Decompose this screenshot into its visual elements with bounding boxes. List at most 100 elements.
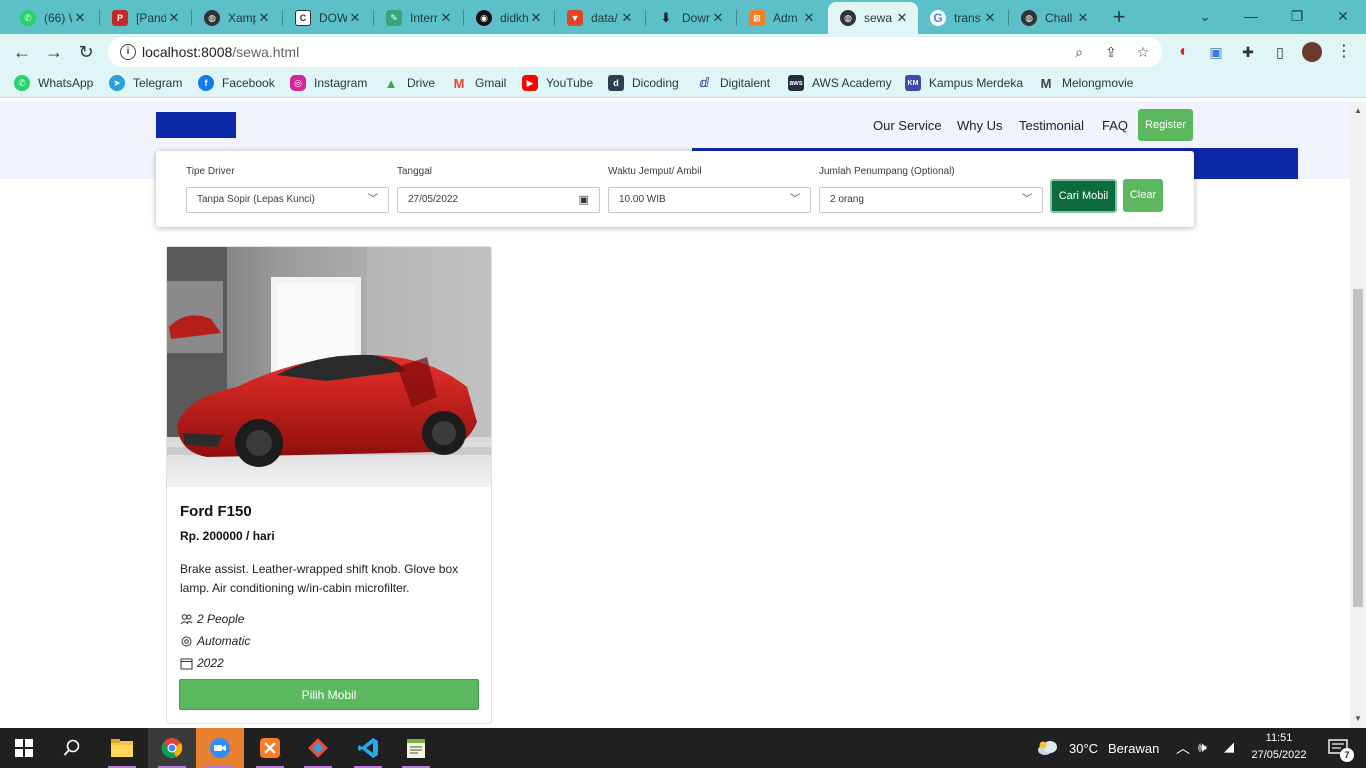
bookmark-melongmovie[interactable]: M Melongmovie: [1038, 75, 1134, 91]
bookmark-gmail[interactable]: M Gmail: [451, 75, 507, 91]
search-button[interactable]: [48, 728, 96, 768]
speaker-icon[interactable]: 🕪: [1198, 739, 1207, 756]
facebook-icon: f: [198, 75, 214, 91]
bookmark-whatsapp[interactable]: ✆ WhatsApp: [14, 75, 93, 91]
taskbar-chrome[interactable]: [148, 728, 196, 768]
restore-button[interactable]: ❐: [1274, 4, 1320, 28]
search-car-button[interactable]: Cari Mobil: [1050, 179, 1117, 213]
close-icon[interactable]: ✕: [982, 10, 998, 26]
windows-taskbar: 30°C Berawan ︿ 🕪 ◢ 11:51 27/05/2022 7: [0, 728, 1366, 768]
search-icon: [63, 739, 80, 756]
weather-condition[interactable]: Berawan: [1108, 741, 1159, 756]
taskbar-zoom[interactable]: [196, 728, 244, 768]
taskbar-xampp[interactable]: [246, 728, 294, 768]
minimize-button[interactable]: —: [1228, 4, 1274, 28]
new-tab-button[interactable]: +: [1108, 6, 1130, 28]
tab-translate[interactable]: G trans ✕: [918, 2, 1006, 34]
tab-gitlab[interactable]: ▼ data/ ✕: [555, 2, 643, 34]
weather-temperature[interactable]: 30°C: [1069, 741, 1098, 756]
close-icon[interactable]: ✕: [894, 10, 910, 26]
nav-why-us[interactable]: Why Us: [957, 118, 1003, 133]
tab-downloads[interactable]: ⬇ Dowr ✕: [646, 2, 734, 34]
close-icon[interactable]: ✕: [438, 10, 454, 26]
car-card: Ford F150 Rp. 200000 / hari Brake assist…: [166, 246, 492, 724]
star-icon[interactable]: ☆: [1134, 43, 1152, 61]
bookmark-facebook[interactable]: f Facebook: [198, 75, 275, 91]
tab-github[interactable]: ◉ didkh ✕: [464, 2, 552, 34]
close-icon[interactable]: ✕: [710, 10, 726, 26]
tab-sewa-active[interactable]: ◍ sewa ✕: [828, 2, 918, 34]
calendar-icon: [180, 658, 193, 669]
info-icon[interactable]: i: [120, 44, 136, 60]
close-icon[interactable]: ✕: [619, 10, 635, 26]
reload-icon[interactable]: ↻: [74, 40, 98, 64]
tab-title: Intern: [410, 11, 438, 25]
passenger-select[interactable]: 2 orang ﹀: [819, 187, 1043, 213]
nav-testimonial[interactable]: Testimonial: [1019, 118, 1084, 133]
close-window-button[interactable]: ✕: [1320, 4, 1366, 28]
tab-pandas[interactable]: P [Pand ✕: [100, 2, 190, 34]
taskbar-vscode[interactable]: [344, 728, 392, 768]
menu-icon[interactable]: ⋮: [1334, 42, 1354, 62]
extensions-puzzle-icon[interactable]: ✚: [1238, 42, 1258, 62]
calendar-icon[interactable]: ▣: [579, 188, 589, 212]
bookmark-drive[interactable]: ▲ Drive: [383, 75, 435, 91]
close-icon[interactable]: ✕: [72, 10, 88, 26]
scroll-up-icon[interactable]: ▲: [1354, 106, 1362, 115]
bookmark-instagram[interactable]: ◎ Instagram: [290, 75, 367, 91]
extension-red-icon[interactable]: ◐: [1174, 42, 1194, 62]
tab-intern[interactable]: ✎ Intern ✕: [374, 2, 462, 34]
address-bar[interactable]: i localhost:8008/sewa.html ⌕ ⇪ ☆: [108, 37, 1162, 67]
chevron-up-icon[interactable]: ︿: [1176, 738, 1190, 758]
tab-whatsapp[interactable]: ✆ (66) W ✕: [8, 2, 96, 34]
nav-our-service[interactable]: Our Service: [873, 118, 942, 133]
drive-icon: ▲: [384, 75, 398, 91]
tab-download[interactable]: C DOW ✕: [283, 2, 371, 34]
taskbar-notepad-plus[interactable]: [392, 728, 440, 768]
choose-car-button[interactable]: Pilih Mobil: [179, 679, 479, 710]
wifi-icon[interactable]: ◢: [1224, 739, 1234, 755]
back-icon[interactable]: ←: [10, 40, 34, 64]
date-input[interactable]: 27/05/2022 ▣: [397, 187, 600, 213]
weather-widget[interactable]: [1032, 728, 1064, 768]
register-button[interactable]: Register: [1138, 109, 1193, 141]
tab-xampp[interactable]: ◍ Xamp ✕: [192, 2, 280, 34]
tab-admin[interactable]: ⊠ Adm ✕: [737, 2, 825, 34]
forward-icon[interactable]: →: [42, 40, 66, 64]
avatar[interactable]: [1302, 42, 1322, 62]
bookmark-digitalent[interactable]: ⅆ Digitalent: [696, 75, 770, 91]
share-icon[interactable]: ⇪: [1102, 43, 1120, 61]
url-text[interactable]: localhost:8008/sewa.html: [142, 44, 299, 60]
bookmark-aws-academy[interactable]: aws AWS Academy: [788, 75, 892, 91]
site-logo[interactable]: [156, 112, 236, 138]
start-button[interactable]: [0, 728, 48, 768]
bookmark-youtube[interactable]: ▶ YouTube: [522, 75, 593, 91]
clock-date[interactable]: 27/05/2022: [1244, 749, 1314, 761]
close-icon[interactable]: ✕: [1075, 10, 1091, 26]
close-icon[interactable]: ✕: [166, 10, 182, 26]
scrollbar-thumb[interactable]: [1353, 289, 1363, 607]
close-icon[interactable]: ✕: [347, 10, 363, 26]
tab-challenge[interactable]: ◍ Chall ✕: [1009, 2, 1099, 34]
pickup-time-select[interactable]: 10.00 WIB ﹀: [608, 187, 811, 213]
tab-search-icon[interactable]: ⌄: [1182, 4, 1228, 28]
close-icon[interactable]: ✕: [801, 10, 817, 26]
zoom-icon[interactable]: ⌕: [1070, 43, 1088, 61]
side-panel-icon[interactable]: ▯: [1270, 42, 1290, 62]
bookmark-telegram[interactable]: ➤ Telegram: [109, 75, 182, 91]
extension-camera-icon[interactable]: ▣: [1206, 42, 1226, 62]
driver-type-select[interactable]: Tanpa Sopir (Lepas Kunci) ﹀: [186, 187, 389, 213]
close-icon[interactable]: ✕: [528, 10, 544, 26]
notification-center[interactable]: 7: [1318, 728, 1358, 768]
page-scrollbar[interactable]: ▲ ▼: [1350, 102, 1366, 728]
bookmark-kampus-merdeka[interactable]: KM Kampus Merdeka: [905, 75, 1023, 91]
bookmark-dicoding[interactable]: d Dicoding: [608, 75, 679, 91]
close-icon[interactable]: ✕: [256, 10, 272, 26]
clear-button[interactable]: Clear: [1123, 179, 1163, 212]
taskbar-git[interactable]: [294, 728, 342, 768]
tab-title: (66) W: [44, 11, 72, 25]
clock-time[interactable]: 11:51: [1248, 732, 1310, 744]
nav-faq[interactable]: FAQ: [1102, 118, 1128, 133]
taskbar-file-explorer[interactable]: [98, 728, 146, 768]
scroll-down-icon[interactable]: ▼: [1354, 714, 1362, 723]
